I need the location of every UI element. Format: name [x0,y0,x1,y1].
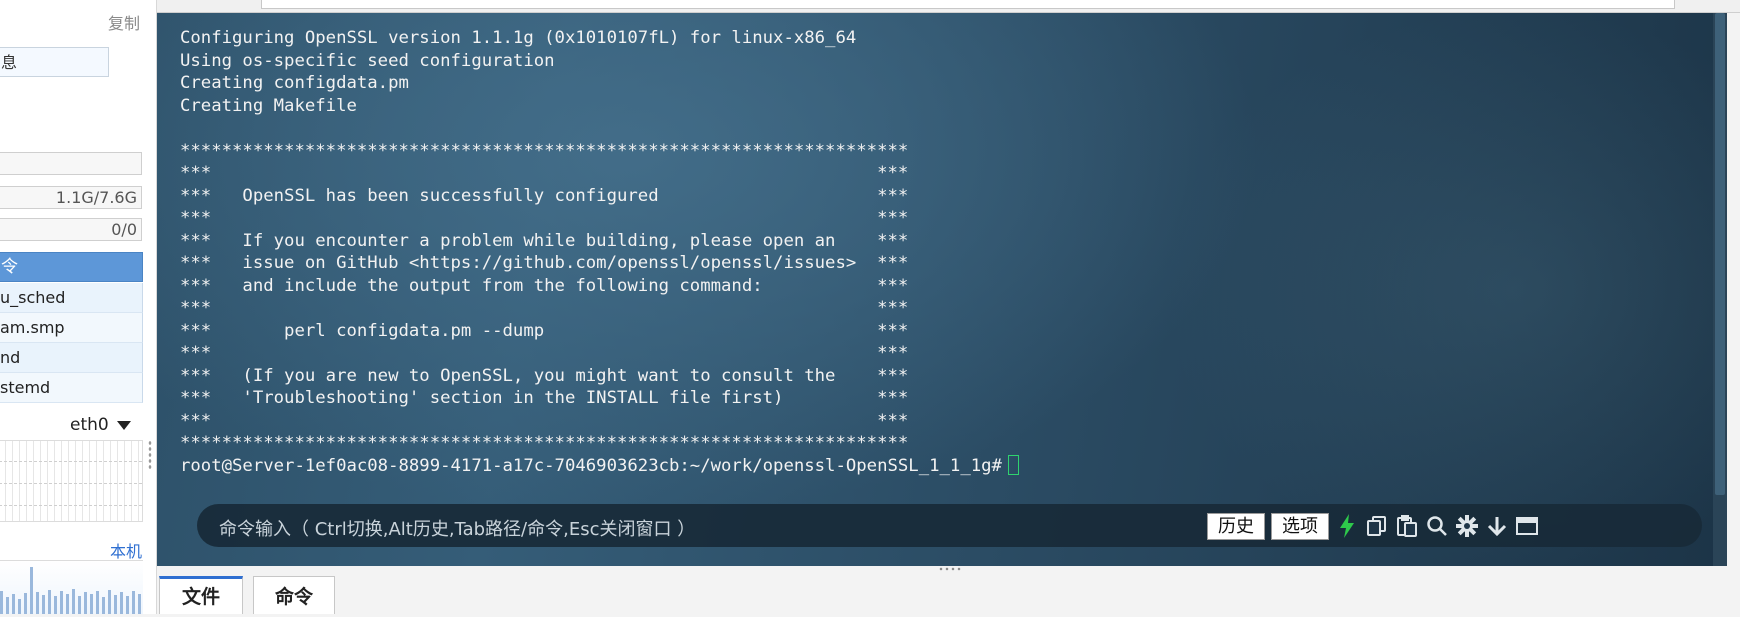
download-icon[interactable] [1484,513,1510,539]
process-item[interactable]: nd [0,343,143,373]
session-tab[interactable] [261,0,1675,9]
bottom-tab-bar: 文件 命令 [157,572,1740,614]
blank-field [0,152,142,175]
command-input-bar[interactable]: 命令输入（ Ctrl切换,Alt历史,Tab路径/命令,Esc关闭窗口 ） 历史… [197,504,1702,547]
terminal-lines: Configuring OpenSSL version 1.1.1g (0x10… [180,28,908,453]
terminal-line: *** *** [180,298,909,318]
copy-button[interactable]: 复制 [108,10,140,34]
terminal[interactable]: Configuring OpenSSL version 1.1.1g (0x10… [157,13,1727,566]
terminal-line: *** perl configdata.pm --dump *** [180,320,909,341]
terminal-line: Creating configdata.pm [180,73,409,93]
top-tab-strip [157,0,1740,13]
terminal-line: *** 'Troubleshooting' section in the INS… [180,388,909,408]
memory-usage: 1.1G/7.6G [0,186,142,209]
gear-icon[interactable] [1454,513,1480,539]
process-item[interactable]: stemd [0,373,143,403]
terminal-line: *** *** [180,208,909,228]
terminal-line: *** *** [180,343,909,363]
copy-icon[interactable] [1364,513,1390,539]
terminal-line: *** *** [180,410,909,431]
paste-icon[interactable] [1394,513,1420,539]
tab-files[interactable]: 文件 [159,576,243,614]
options-button[interactable]: 选项 [1271,513,1329,540]
command-input[interactable]: 命令输入（ Ctrl切换,Alt历史,Tab路径/命令,Esc关闭窗口 ） [219,515,695,541]
chevron-down-icon [116,420,131,430]
terminal-line: Configuring OpenSSL version 1.1.1g (0x10… [180,28,857,48]
search-icon[interactable] [1424,513,1450,539]
network-graph [0,440,143,522]
swap-usage: 0/0 [0,218,142,241]
terminal-line: ****************************************… [180,140,909,161]
network-interface-label: eth0 [70,415,109,435]
terminal-line: *** OpenSSL has been successfully config… [180,185,909,206]
network-interface-select[interactable]: eth0 [70,415,131,435]
left-panel: 复制 息 1.1G/7.6G 0/0 令 u_sched am.smp nd s… [0,0,157,614]
scrollbar-thumb[interactable] [1715,13,1725,495]
info-field[interactable]: 息 [0,47,109,77]
terminal-line: *** *** [180,163,909,183]
process-list-header[interactable]: 令 [0,252,143,282]
terminal-line: *** (If you are new to OpenSSL, you migh… [180,365,909,386]
latency-bars [0,567,141,614]
process-item[interactable]: am.smp [0,313,143,343]
terminal-cursor [1007,454,1019,475]
terminal-line: *** issue on GitHub <https://github.com/… [180,253,909,273]
process-item[interactable]: u_sched [0,283,143,313]
process-list: u_sched am.smp nd stemd [0,283,143,403]
terminal-line: Using os-specific seed configuration [180,50,555,71]
panel-splitter[interactable] [148,440,152,470]
lightning-icon[interactable] [1334,513,1360,539]
terminal-output: Configuring OpenSSL version 1.1.1g (0x10… [180,27,1019,477]
local-machine-label[interactable]: 本机 [110,538,142,562]
terminal-line: *** and include the output from the foll… [180,275,909,296]
shell-prompt: root@Server-1ef0ac08-8899-4171-a17c-7046… [180,455,1002,476]
terminal-line: ****************************************… [180,433,909,453]
window-icon[interactable] [1514,513,1540,539]
history-button[interactable]: 历史 [1207,513,1265,540]
terminal-line: *** If you encounter a problem while bui… [180,230,909,251]
latency-graph [0,560,143,614]
tab-commands[interactable]: 命令 [253,576,335,614]
terminal-line: Creating Makefile [180,95,357,116]
terminal-scrollbar[interactable] [1713,13,1727,566]
